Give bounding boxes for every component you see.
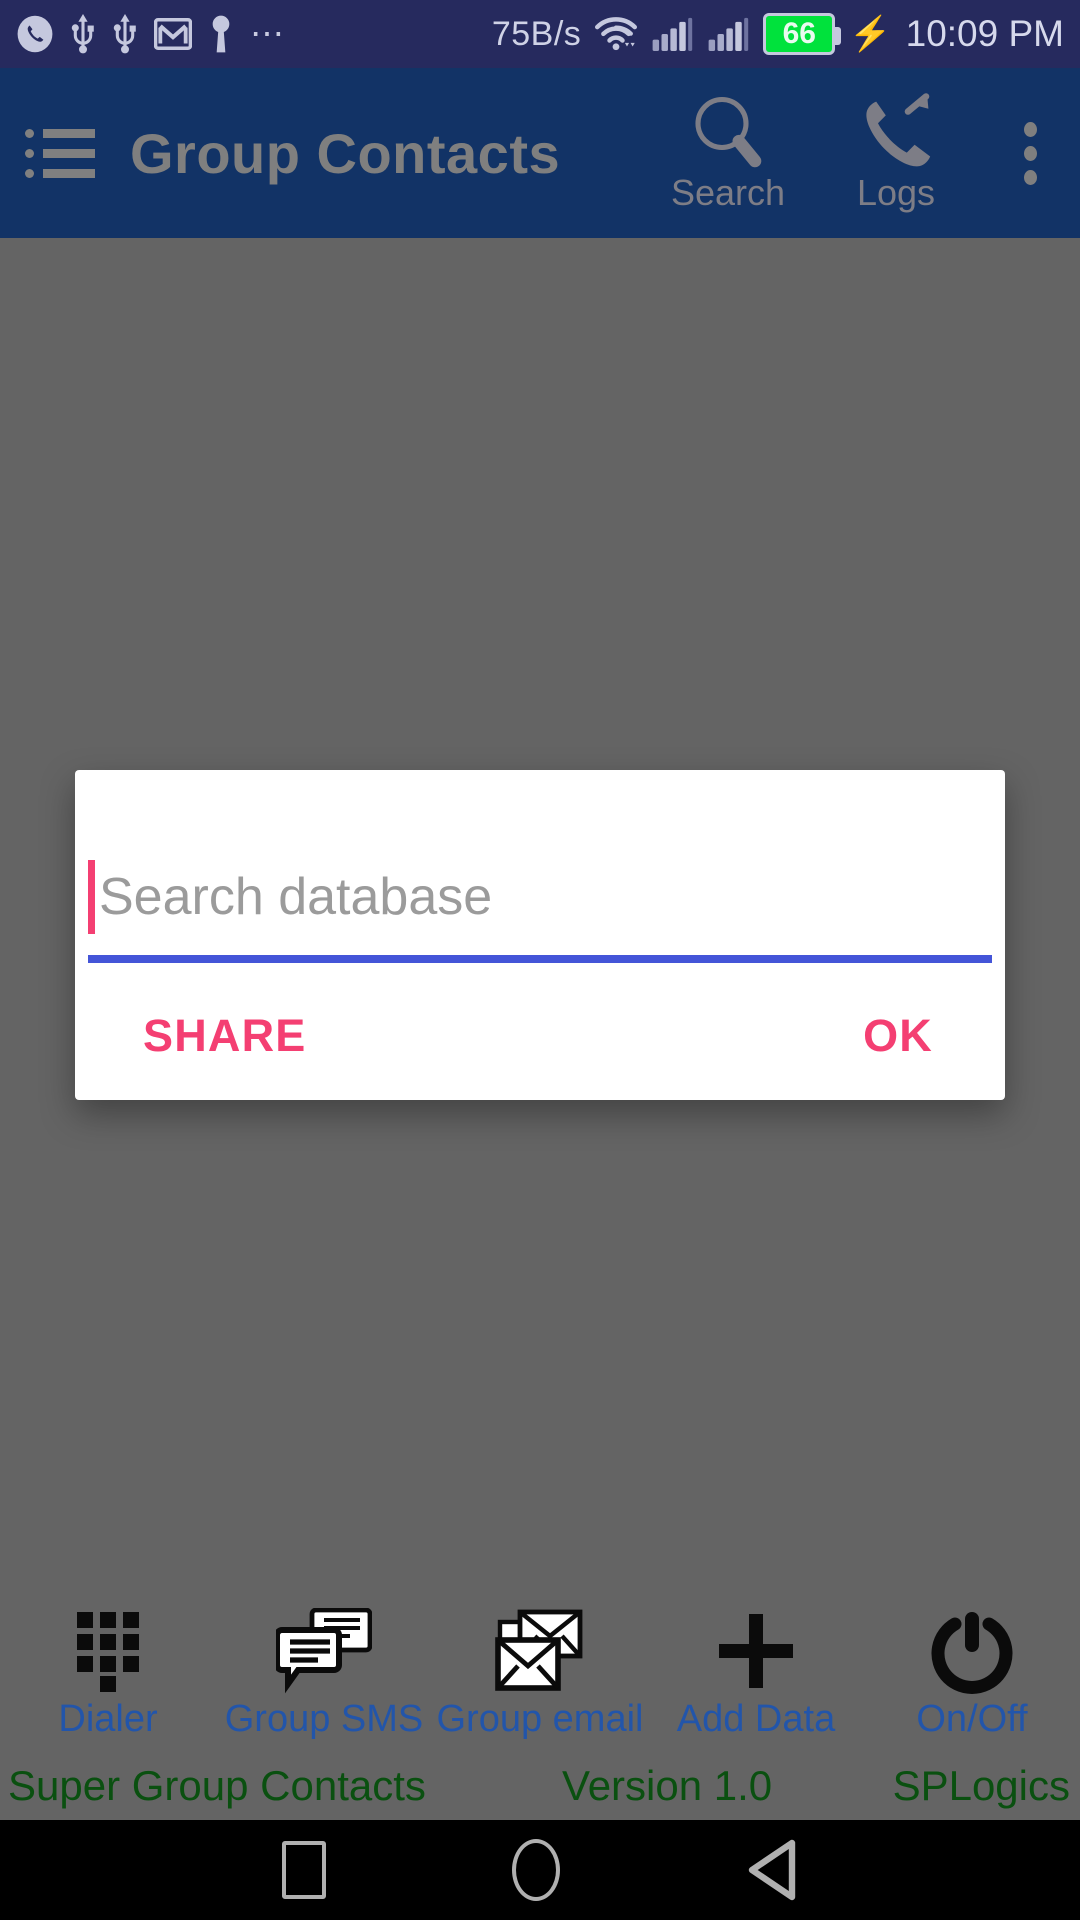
toolbar-item-group-sms[interactable]: Group SMS xyxy=(216,1600,432,1750)
toolbar-item-group-email[interactable]: Group email xyxy=(432,1600,648,1750)
dialog-button-row: SHARE OK xyxy=(75,1010,1005,1080)
plus-icon xyxy=(713,1608,799,1694)
search-icon xyxy=(695,96,762,168)
share-button[interactable]: SHARE xyxy=(143,1010,307,1062)
page-title: Group Contacts xyxy=(130,121,561,185)
usb-icon xyxy=(113,14,136,54)
overflow-dot-icon xyxy=(1023,121,1037,137)
status-bar: ⋯ 75B/s 66 ⚡ 10:09 PM xyxy=(0,0,1080,68)
search-database-dialog: SHARE OK xyxy=(75,770,1005,1100)
overflow-dot-icon xyxy=(1023,169,1037,185)
android-nav-bar xyxy=(0,1820,1080,1920)
bottom-toolbar: Dialer Group SMS Group email Add Data On… xyxy=(0,1600,1080,1750)
footer-app-name: Super Group Contacts xyxy=(8,1762,426,1809)
logs-action-button[interactable]: Logs xyxy=(812,68,980,238)
overflow-menu-button[interactable] xyxy=(980,68,1080,238)
app-header: Group Contacts Search Logs xyxy=(0,68,1080,238)
network-speed-text: 75B/s xyxy=(491,14,582,53)
toolbar-label-group-email: Group email xyxy=(436,1698,644,1740)
recents-button[interactable] xyxy=(282,1841,326,1899)
ok-button[interactable]: OK xyxy=(863,1010,933,1062)
search-input-row xyxy=(88,842,992,952)
hamburger-menu-button[interactable] xyxy=(0,125,120,181)
battery-level-text: 66 xyxy=(782,17,816,50)
battery-cap xyxy=(835,27,842,45)
status-bar-right-icons: 75B/s 66 ⚡ 10:09 PM xyxy=(492,13,1064,55)
toolbar-label-on-off: On/Off xyxy=(916,1698,1028,1740)
wifi-icon xyxy=(595,17,638,51)
charging-bolt-icon: ⚡ xyxy=(849,15,892,53)
triangle-back-icon xyxy=(748,1839,796,1901)
gmail-icon xyxy=(154,18,192,50)
toolbar-label-group-sms: Group SMS xyxy=(224,1698,424,1740)
clock-text: 10:09 PM xyxy=(905,13,1064,54)
search-action-label: Search xyxy=(670,172,786,213)
more-dots-icon: ⋯ xyxy=(250,15,287,53)
usb-icon xyxy=(71,14,94,54)
search-input[interactable] xyxy=(95,847,955,947)
phone-circle-icon xyxy=(17,15,53,53)
home-button[interactable] xyxy=(512,1839,560,1901)
text-cursor xyxy=(88,860,95,934)
toolbar-item-add-data[interactable]: Add Data xyxy=(648,1600,864,1750)
circle-home-icon xyxy=(512,1839,560,1901)
signal-bars-icon xyxy=(652,17,693,51)
logs-action-label: Logs xyxy=(856,172,936,213)
hamburger-menu-icon xyxy=(25,125,95,181)
chat-bubbles-icon xyxy=(276,1608,372,1694)
call-logs-icon xyxy=(866,93,931,167)
envelopes-icon xyxy=(494,1608,586,1694)
search-action-button[interactable]: Search xyxy=(644,68,812,238)
status-bar-left-icons: ⋯ xyxy=(16,14,287,54)
battery-indicator: 66 xyxy=(763,13,842,55)
toolbar-item-dialer[interactable]: Dialer xyxy=(0,1600,216,1750)
footer-bar: Super Group Contacts Version 1.0 SPLogic… xyxy=(0,1752,1080,1820)
toolbar-item-on-off[interactable]: On/Off xyxy=(864,1600,1080,1750)
footer-company: SPLogics xyxy=(892,1762,1070,1809)
input-underline xyxy=(88,955,992,963)
power-icon xyxy=(929,1608,1015,1694)
back-button[interactable] xyxy=(746,1839,798,1901)
signal-bars-icon xyxy=(708,17,749,51)
toolbar-label-dialer: Dialer xyxy=(58,1698,158,1740)
overflow-dot-icon xyxy=(1023,145,1037,161)
vpn-key-icon xyxy=(212,15,230,53)
footer-version: Version 1.0 xyxy=(562,1762,773,1809)
dialpad-icon xyxy=(77,1608,139,1694)
toolbar-label-add-data: Add Data xyxy=(676,1698,836,1740)
square-recents-icon xyxy=(282,1841,326,1899)
